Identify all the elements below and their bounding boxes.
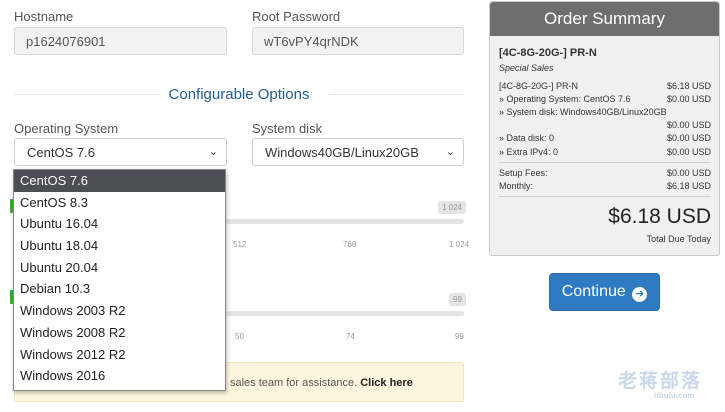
order-summary-panel: Order Summary [4C-8G-20G-] PR-N Special … bbox=[489, 1, 720, 256]
os-label: Operating System bbox=[14, 121, 119, 136]
os-option[interactable]: CentOS 7.6 bbox=[14, 170, 225, 192]
os-option[interactable]: Ubuntu 16.04 bbox=[14, 213, 225, 235]
product-group: Special Sales bbox=[499, 63, 554, 73]
chevron-down-icon: ⌄ bbox=[208, 146, 218, 158]
monthly-row: Monthly: $6.18 USD bbox=[499, 181, 711, 191]
system-disk-select[interactable]: Windows40GB/Linux20GB ⌄ bbox=[252, 138, 464, 166]
summary-line-value: $0.00 USD bbox=[666, 147, 711, 157]
slider-tick: 74 bbox=[346, 332, 355, 341]
os-option[interactable]: Ubuntu 18.04 bbox=[14, 235, 225, 257]
chevron-down-icon: ⌄ bbox=[445, 146, 455, 158]
slider-tick: 768 bbox=[343, 240, 357, 249]
hostname-label: Hostname bbox=[14, 9, 74, 24]
slider-track[interactable] bbox=[226, 219, 464, 224]
slider-value-badge: 99 bbox=[449, 293, 466, 306]
watermark-text: 老蒋部落 bbox=[618, 371, 703, 392]
slider-track[interactable] bbox=[226, 311, 464, 316]
summary-line-label: » Operating System: CentOS 7.6 bbox=[499, 94, 631, 104]
total-amount: $6.18 USD bbox=[608, 205, 711, 228]
configurable-options-heading: Configurable Options bbox=[14, 86, 464, 104]
slider-tick: 50 bbox=[235, 332, 244, 341]
hostname-input[interactable]: p1624076901 bbox=[14, 27, 227, 55]
product-name: [4C-8G-20G-] PR-N bbox=[499, 47, 597, 59]
slider-tick: 99 bbox=[455, 332, 464, 341]
setup-fees-row: Setup Fees: $0.00 USD bbox=[499, 168, 711, 178]
os-select-value: CentOS 7.6 bbox=[27, 145, 95, 160]
setup-fees-value: $0.00 USD bbox=[666, 168, 711, 178]
summary-line: » Operating System: CentOS 7.6 $0.00 USD bbox=[499, 94, 711, 104]
root-password-label: Root Password bbox=[252, 9, 341, 24]
summary-line-value: $0.00 USD bbox=[666, 133, 711, 143]
slider-tick: 1 024 bbox=[449, 240, 470, 249]
click-here-link[interactable]: Click here bbox=[360, 377, 413, 389]
continue-button[interactable]: Continue ➜ bbox=[549, 273, 660, 311]
summary-line: » Data disk: 0 $0.00 USD bbox=[499, 133, 711, 143]
summary-line: » Extra IPv4: 0 $0.00 USD bbox=[499, 147, 711, 157]
summary-line: [4C-8G-20G-] PR-N $6.18 USD bbox=[499, 81, 711, 91]
summary-line-value: $6.18 USD bbox=[666, 81, 711, 91]
summary-line-label: [4C-8G-20G-] PR-N bbox=[499, 81, 579, 91]
slider-tick: 512 bbox=[233, 240, 247, 249]
total-due-label: Total Due Today bbox=[646, 234, 711, 244]
os-option[interactable]: Windows 2008 R2 bbox=[14, 322, 225, 344]
system-disk-label: System disk bbox=[252, 121, 323, 136]
os-dropdown-list: CentOS 7.6 CentOS 8.3 Ubuntu 16.04 Ubunt… bbox=[13, 169, 226, 391]
monthly-value: $6.18 USD bbox=[666, 181, 711, 191]
summary-line-label: » Data disk: 0 bbox=[499, 133, 555, 143]
summary-line-value: $0.00 USD bbox=[666, 94, 711, 104]
order-summary-title: Order Summary bbox=[490, 2, 719, 36]
os-option[interactable]: CentOS 8.3 bbox=[14, 192, 225, 214]
section-title: Configurable Options bbox=[168, 86, 310, 103]
summary-line-label: » System disk: Windows40GB/Linux20GB bbox=[499, 107, 667, 117]
watermark: 老蒋部落 itbulu.com bbox=[618, 366, 702, 400]
os-option[interactable]: Ubuntu 20.04 bbox=[14, 257, 225, 279]
continue-label: Continue bbox=[561, 283, 626, 300]
os-option[interactable]: Windows 2016 bbox=[14, 365, 225, 387]
summary-line: » System disk: Windows40GB/Linux20GB bbox=[499, 107, 711, 117]
slider-value-badge: 1 024 bbox=[438, 201, 467, 214]
summary-divider bbox=[499, 162, 711, 163]
arrow-circle-right-icon: ➜ bbox=[632, 287, 648, 302]
summary-divider bbox=[499, 196, 711, 197]
monthly-label: Monthly: bbox=[499, 181, 534, 191]
os-select[interactable]: CentOS 7.6 ⌄ bbox=[14, 138, 227, 166]
os-option[interactable]: Windows 2003 R2 bbox=[14, 300, 225, 322]
os-option[interactable]: Debian 10.3 bbox=[14, 278, 225, 300]
root-password-input[interactable]: wT6vPY4qrNDK bbox=[252, 27, 464, 55]
system-disk-select-value: Windows40GB/Linux20GB bbox=[265, 145, 419, 160]
notice-text: sales team for assistance. bbox=[230, 377, 358, 389]
summary-line-value: $0.00 USD bbox=[666, 120, 711, 130]
setup-fees-label: Setup Fees: bbox=[499, 168, 548, 178]
os-option[interactable]: Windows 2012 R2 bbox=[14, 344, 225, 366]
summary-line-label: » Extra IPv4: 0 bbox=[499, 147, 559, 157]
